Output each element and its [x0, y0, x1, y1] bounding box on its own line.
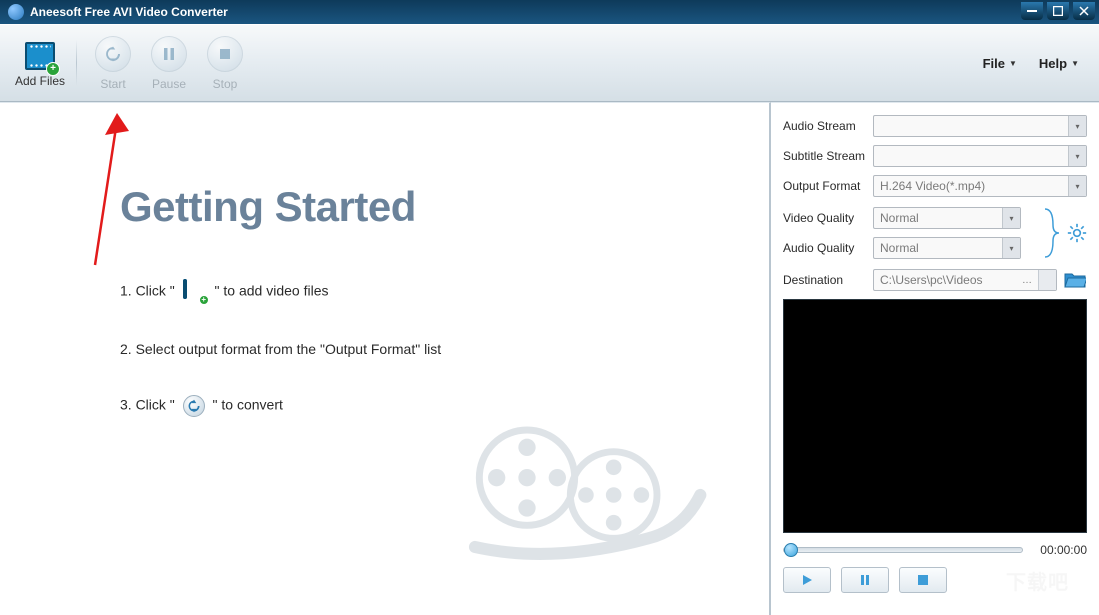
close-button[interactable]	[1073, 2, 1095, 20]
output-format-label: Output Format	[783, 179, 873, 193]
output-format-value: H.264 Video(*.mp4)	[880, 179, 985, 193]
subtitle-stream-label: Subtitle Stream	[783, 149, 873, 163]
play-button[interactable]	[783, 567, 831, 593]
help-menu[interactable]: Help ▼	[1039, 56, 1079, 71]
audio-stream-select[interactable]: ▾	[873, 115, 1087, 137]
chevron-down-icon: ▼	[1009, 59, 1017, 68]
add-files-label: Add Files	[15, 74, 65, 88]
start-icon	[95, 36, 131, 72]
pause-label: Pause	[152, 77, 186, 91]
player-pause-button[interactable]	[841, 567, 889, 593]
menu-bar: File ▼ Help ▼	[983, 25, 1079, 101]
audio-quality-label: Audio Quality	[783, 241, 873, 255]
chevron-down-icon: ▾	[1002, 238, 1020, 258]
destination-value: C:\Users\pc\Videos	[880, 273, 983, 287]
audio-stream-label: Audio Stream	[783, 119, 873, 133]
advanced-settings-button[interactable]	[1067, 223, 1087, 243]
getting-started-steps: 1. Click " + " to add video files 2. Sel…	[120, 281, 729, 417]
start-button[interactable]: Start	[85, 36, 141, 91]
chevron-down-icon: ▾	[1068, 146, 1086, 166]
destination-field[interactable]: C:\Users\pc\Videos …	[873, 269, 1057, 291]
player-controls	[783, 567, 1087, 593]
title-bar: Aneesoft Free AVI Video Converter	[0, 0, 1099, 24]
pause-button[interactable]: Pause	[141, 36, 197, 91]
main-pane: Getting Started 1. Click " + " to add vi…	[0, 102, 771, 615]
add-files-inline-icon: +	[183, 281, 207, 303]
file-menu-label: File	[983, 56, 1005, 71]
convert-inline-icon	[183, 395, 205, 417]
stop-button[interactable]: Stop	[197, 36, 253, 91]
browse-button[interactable]: …	[1018, 270, 1036, 290]
step-1a-text: 1. Click "	[120, 283, 179, 299]
add-files-icon: +	[22, 38, 58, 74]
content-area: Getting Started 1. Click " + " to add vi…	[0, 102, 1099, 615]
video-quality-label: Video Quality	[783, 211, 873, 225]
stop-icon	[207, 36, 243, 72]
pause-icon	[151, 36, 187, 72]
start-label: Start	[100, 77, 125, 91]
film-reel-decoration	[449, 405, 709, 585]
destination-row: Destination C:\Users\pc\Videos …	[783, 269, 1087, 291]
toolbar: + Add Files Start Pause Stop File ▼ Help ▼	[0, 24, 1099, 102]
audio-quality-select[interactable]: Normal ▾	[873, 237, 1021, 259]
open-folder-button[interactable]	[1063, 269, 1087, 291]
add-files-button[interactable]: + Add Files	[12, 38, 68, 88]
subtitle-stream-row: Subtitle Stream ▾	[783, 145, 1087, 167]
step-1: 1. Click " + " to add video files	[120, 281, 729, 303]
seek-thumb[interactable]	[784, 543, 798, 557]
step-1b-text: " to add video files	[215, 283, 329, 299]
help-menu-label: Help	[1039, 56, 1067, 71]
audio-stream-row: Audio Stream ▾	[783, 115, 1087, 137]
audio-quality-value: Normal	[880, 241, 919, 255]
step-2: 2. Select output format from the "Output…	[120, 341, 729, 357]
file-menu[interactable]: File ▼	[983, 56, 1017, 71]
output-format-select[interactable]: H.264 Video(*.mp4) ▾	[873, 175, 1087, 197]
chevron-down-icon: ▾	[1068, 116, 1086, 136]
step-3b-text: " to convert	[213, 397, 283, 413]
toolbar-separator	[76, 40, 77, 86]
chevron-down-icon: ▾	[1068, 176, 1086, 196]
video-preview	[783, 299, 1087, 533]
output-format-row: Output Format H.264 Video(*.mp4) ▾	[783, 175, 1087, 197]
video-quality-row: Video Quality Normal ▾	[783, 207, 1035, 229]
audio-quality-row: Audio Quality Normal ▾	[783, 237, 1035, 259]
seek-row: 00:00:00	[783, 543, 1087, 557]
video-quality-value: Normal	[880, 211, 919, 225]
minimize-button[interactable]	[1021, 2, 1043, 20]
getting-started-heading: Getting Started	[120, 183, 729, 231]
chevron-down-icon: ▾	[1002, 208, 1020, 228]
subtitle-stream-select[interactable]: ▾	[873, 145, 1087, 167]
chevron-down-icon: ▼	[1071, 59, 1079, 68]
chevron-down-icon	[1038, 270, 1056, 290]
stop-label: Stop	[213, 77, 238, 91]
step-3a-text: 3. Click "	[120, 397, 179, 413]
bracket-icon	[1043, 205, 1059, 261]
player-stop-button[interactable]	[899, 567, 947, 593]
destination-label: Destination	[783, 273, 873, 287]
time-display: 00:00:00	[1031, 543, 1087, 557]
window-controls	[1021, 2, 1095, 20]
video-quality-select[interactable]: Normal ▾	[873, 207, 1021, 229]
seek-slider[interactable]	[783, 547, 1023, 553]
settings-pane: Audio Stream ▾ Subtitle Stream ▾ Output …	[771, 102, 1099, 615]
maximize-button[interactable]	[1047, 2, 1069, 20]
app-logo-icon	[8, 4, 24, 20]
app-title: Aneesoft Free AVI Video Converter	[30, 5, 228, 19]
